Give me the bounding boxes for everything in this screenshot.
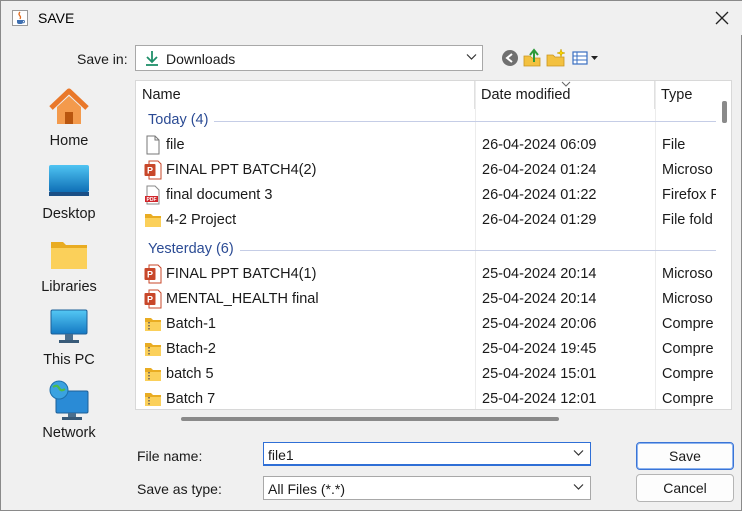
save-in-label: Save in: [77, 51, 128, 67]
save-as-type-dropdown[interactable]: All Files (*.*) [263, 476, 591, 500]
chevron-down-icon[interactable] [573, 449, 584, 457]
back-button[interactable] [499, 47, 521, 69]
places-network[interactable]: Network [31, 377, 107, 441]
blank-file-icon [146, 135, 160, 155]
places-libraries[interactable]: Libraries [31, 231, 107, 295]
sort-caret-icon [561, 81, 571, 87]
group-header-yesterday[interactable]: Yesterday (6) [136, 239, 716, 261]
title-bar: SAVE [1, 1, 742, 35]
file-row[interactable]: P MENTAL_HEALTH final 25-04-2024 20:14 M… [136, 287, 716, 312]
details-view-icon [572, 51, 598, 65]
group-divider-line [148, 121, 716, 122]
desktop-icon [49, 165, 89, 196]
vertical-scrollbar[interactable] [716, 81, 731, 409]
home-icon [49, 88, 89, 124]
download-arrow-icon [146, 51, 158, 66]
pdf-icon: PDF [145, 185, 160, 205]
up-folder-icon [523, 48, 541, 67]
file-row[interactable]: file 26-04-2024 06:09 File [136, 133, 716, 158]
file-row[interactable]: PDF final document 3 26-04-2024 01:22 Fi… [136, 183, 716, 208]
close-icon [715, 11, 729, 25]
powerpoint-icon: P [144, 264, 162, 284]
svg-text:PDF: PDF [147, 197, 157, 203]
vertical-scroll-thumb[interactable] [722, 101, 727, 123]
close-button[interactable] [705, 3, 739, 33]
places-label: Libraries [41, 279, 97, 295]
chevron-down-icon [573, 484, 584, 490]
save-in-dropdown[interactable]: Downloads [135, 45, 483, 71]
new-folder-icon [546, 48, 566, 67]
places-label: Home [49, 133, 89, 149]
powerpoint-icon: P [144, 289, 162, 309]
save-as-type-label: Save as type: [137, 481, 222, 497]
up-one-level-button[interactable] [521, 47, 543, 69]
svg-text:P: P [147, 270, 153, 280]
file-name-label: File name: [137, 448, 203, 464]
file-row[interactable]: P FINAL PPT BATCH4(1) 25-04-2024 20:14 M… [136, 262, 716, 287]
file-row[interactable]: Batch 7 25-04-2024 12:01 Compre [136, 387, 716, 409]
file-row[interactable]: batch 5 25-04-2024 15:01 Compre [136, 362, 716, 387]
places-label: Network [42, 425, 96, 441]
powerpoint-icon: P [144, 160, 162, 180]
places-this-pc[interactable]: This PC [31, 304, 107, 368]
libraries-folder-icon [51, 242, 87, 269]
zip-folder-icon [145, 318, 161, 331]
file-row[interactable]: P FINAL PPT BATCH4(2) 26-04-2024 01:24 M… [136, 158, 716, 183]
folder-icon [145, 214, 161, 227]
zip-folder-icon [145, 393, 161, 406]
computer-icon [50, 309, 88, 343]
java-icon [12, 10, 28, 26]
group-header-today[interactable]: Today (4) [136, 110, 716, 132]
column-header-name[interactable]: Name [136, 81, 475, 109]
chevron-down-icon [466, 54, 477, 60]
zip-folder-icon [145, 343, 161, 356]
network-icon [49, 380, 89, 420]
places-desktop[interactable]: Desktop [31, 158, 107, 222]
file-row[interactable]: Btach-2 25-04-2024 19:45 Compre [136, 337, 716, 362]
places-label: This PC [43, 352, 95, 368]
file-row[interactable]: Batch-1 25-04-2024 20:06 Compre [136, 312, 716, 337]
places-label: Desktop [42, 206, 96, 222]
places-home[interactable]: Home [31, 85, 107, 149]
view-menu-button[interactable] [571, 47, 601, 69]
dialog-title: SAVE [38, 10, 75, 26]
cancel-button[interactable]: Cancel [636, 474, 734, 502]
file-name-input[interactable]: file1 [263, 442, 591, 466]
save-button[interactable]: Save [636, 442, 734, 470]
svg-text:P: P [147, 295, 153, 305]
save-dialog: SAVE Save in: Downloads Home Desktop Lib… [0, 0, 742, 511]
svg-text:P: P [147, 166, 153, 176]
horizontal-scroll-thumb[interactable] [181, 417, 559, 421]
back-arrow-icon [502, 50, 518, 66]
zip-folder-icon [145, 368, 161, 381]
save-in-value: Downloads [166, 51, 236, 67]
new-folder-button[interactable] [545, 47, 567, 69]
horizontal-scrollbar[interactable] [135, 411, 715, 425]
file-row[interactable]: 4-2 Project 26-04-2024 01:29 File fold [136, 208, 716, 233]
file-list[interactable]: Name Date modified Type Today (4) file 2… [135, 80, 732, 410]
